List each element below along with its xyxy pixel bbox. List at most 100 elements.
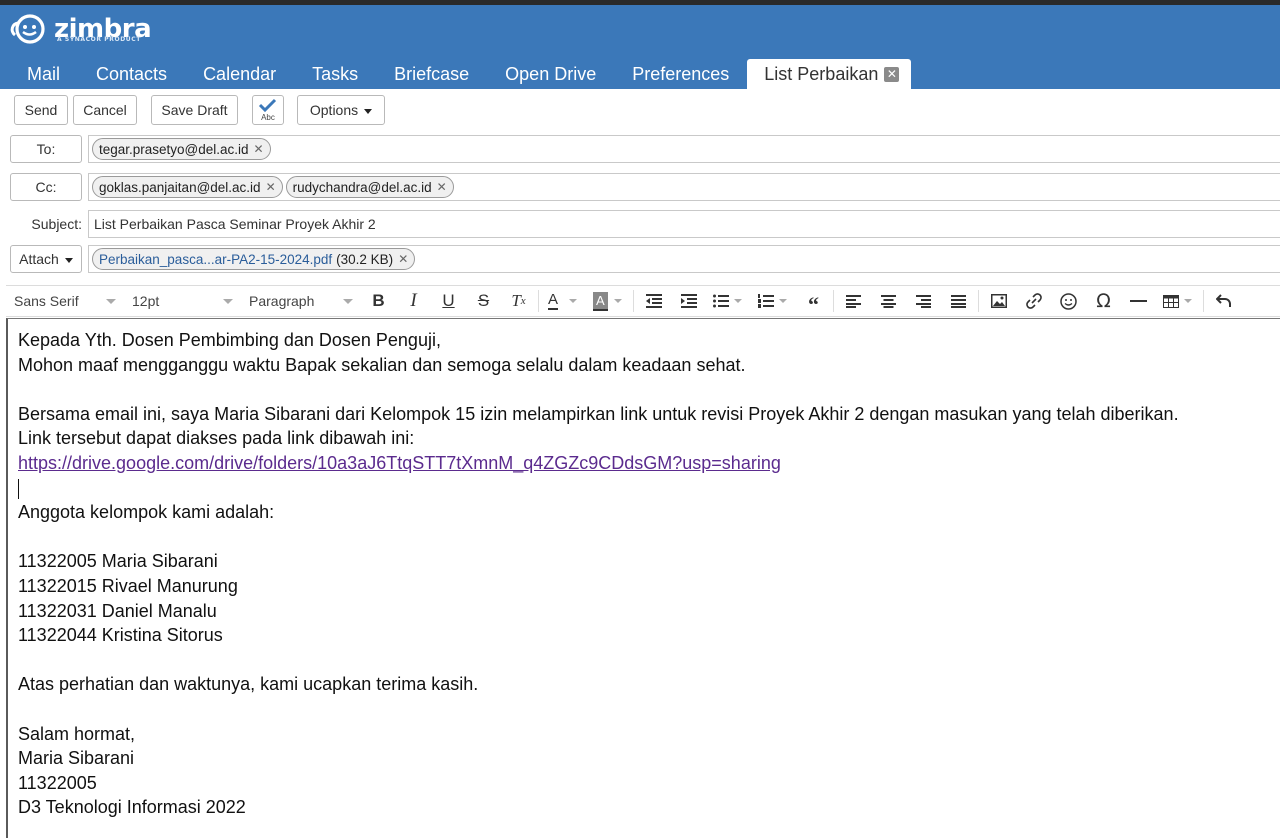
- strikethrough-icon[interactable]: S: [466, 286, 501, 316]
- tab-list-perbaikan[interactable]: List Perbaikan ✕: [747, 59, 912, 89]
- clear-format-icon[interactable]: Tx: [501, 286, 536, 316]
- zimbra-logo-icon: [8, 14, 52, 44]
- cc-field[interactable]: goklas.panjaitan@del.ac.id ✕ rudychandra@…: [88, 173, 1280, 201]
- font-size-select[interactable]: 12pt: [124, 286, 241, 316]
- signature-line: D3 Teknologi Informasi 2022: [18, 797, 246, 818]
- block-format-select[interactable]: Paragraph: [241, 286, 361, 316]
- underline-icon[interactable]: U: [431, 286, 466, 316]
- chevron-down-icon: [343, 298, 353, 304]
- subject-field[interactable]: [88, 210, 1280, 238]
- font-family-value: Sans Serif: [14, 293, 79, 309]
- remove-icon[interactable]: ✕: [266, 180, 276, 194]
- attachment-name[interactable]: Perbaikan_pasca...ar-PA2-15-2024.pdf: [99, 252, 332, 267]
- chevron-down-icon: [779, 299, 787, 303]
- tab-calendar[interactable]: Calendar: [185, 59, 294, 89]
- to-field[interactable]: tegar.prasetyo@del.ac.id ✕: [88, 135, 1280, 163]
- options-label: Options: [309, 102, 359, 118]
- insert-link-icon[interactable]: [1016, 286, 1051, 316]
- recipient-chip[interactable]: goklas.panjaitan@del.ac.id ✕: [92, 176, 283, 198]
- outdent-icon[interactable]: [636, 286, 671, 316]
- tab-tasks[interactable]: Tasks: [294, 59, 376, 89]
- numbered-list-icon[interactable]: [751, 286, 796, 316]
- chevron-down-icon: [569, 299, 577, 303]
- background-color-icon[interactable]: A: [586, 286, 631, 316]
- font-size-value: 12pt: [132, 293, 160, 309]
- body-line: Mohon maaf mengganggu waktu Bapak sekali…: [18, 354, 746, 375]
- compose-panel: Send Cancel Save Draft Abc Options To: t…: [0, 89, 1280, 838]
- app-tabs: Mail Contacts Calendar Tasks Briefcase O…: [0, 59, 912, 89]
- subject-label: Subject:: [31, 216, 82, 232]
- font-family-select[interactable]: Sans Serif: [6, 286, 124, 316]
- zimbra-logo[interactable]: zimbra: [8, 14, 152, 54]
- drive-link[interactable]: https://drive.google.com/drive/folders/1…: [18, 453, 781, 473]
- toolbar-divider: [1203, 290, 1204, 312]
- tab-close-icon[interactable]: ✕: [884, 66, 900, 82]
- remove-icon[interactable]: ✕: [254, 142, 264, 156]
- recipient-address: rudychandra@del.ac.id: [292, 179, 432, 195]
- align-center-icon[interactable]: [871, 286, 906, 316]
- insert-image-icon[interactable]: [981, 286, 1016, 316]
- message-body-editor[interactable]: Kepada Yth. Dosen Pembimbing dan Dosen P…: [6, 318, 1280, 838]
- remove-icon[interactable]: ✕: [398, 252, 408, 266]
- tab-briefcase[interactable]: Briefcase: [376, 59, 487, 89]
- attachment-chip[interactable]: Perbaikan_pasca...ar-PA2-15-2024.pdf (30.…: [92, 248, 416, 270]
- tab-preferences[interactable]: Preferences: [614, 59, 747, 89]
- text-color-icon[interactable]: A: [541, 286, 586, 316]
- emoticon-icon[interactable]: [1051, 286, 1086, 316]
- align-right-icon[interactable]: [906, 286, 941, 316]
- insert-table-icon[interactable]: [1156, 286, 1201, 316]
- spellcheck-icon: Abc: [258, 98, 277, 122]
- chevron-down-icon: [106, 298, 116, 304]
- tab-mail[interactable]: Mail: [0, 59, 78, 89]
- align-left-icon[interactable]: [836, 286, 871, 316]
- undo-icon[interactable]: [1206, 286, 1241, 316]
- tab-open-drive[interactable]: Open Drive: [487, 59, 614, 89]
- horizontal-rule-icon[interactable]: [1121, 286, 1156, 316]
- subject-input[interactable]: [94, 216, 1280, 232]
- body-line: https://drive.google.com/drive/folders/1…: [18, 451, 1280, 476]
- remove-icon[interactable]: ✕: [437, 180, 447, 194]
- attachment-field: Perbaikan_pasca...ar-PA2-15-2024.pdf (30.…: [88, 245, 1280, 273]
- spellcheck-button[interactable]: Abc: [252, 95, 284, 125]
- save-draft-button[interactable]: Save Draft: [151, 95, 238, 125]
- chevron-down-icon: [364, 108, 373, 114]
- member-line: 11322005 Maria Sibarani: [18, 551, 218, 572]
- body-line: Link tersebut dapat diakses pada link di…: [18, 428, 415, 449]
- member-line: 11322031 Daniel Manalu: [18, 600, 217, 621]
- options-button[interactable]: Options: [297, 95, 385, 125]
- special-character-icon[interactable]: Ω: [1086, 286, 1121, 316]
- align-justify-icon[interactable]: [941, 286, 976, 316]
- recipient-chip[interactable]: tegar.prasetyo@del.ac.id ✕: [92, 138, 271, 160]
- recipient-address: tegar.prasetyo@del.ac.id: [99, 141, 249, 157]
- to-button[interactable]: To:: [10, 135, 82, 163]
- italic-icon[interactable]: I: [396, 286, 431, 316]
- indent-icon[interactable]: [671, 286, 706, 316]
- blockquote-icon[interactable]: “: [796, 286, 831, 316]
- bullet-list-icon[interactable]: [706, 286, 751, 316]
- toolbar-divider: [833, 290, 834, 312]
- attach-label: Attach: [19, 251, 59, 267]
- tab-list-perbaikan-label: List Perbaikan: [764, 64, 879, 84]
- recipient-chip[interactable]: rudychandra@del.ac.id ✕: [285, 176, 454, 198]
- editor-toolbar: Sans Serif 12pt Paragraph B I U S Tx A A: [6, 285, 1280, 317]
- cc-button[interactable]: Cc:: [10, 173, 82, 201]
- send-button[interactable]: Send: [14, 95, 68, 125]
- bold-icon[interactable]: B: [361, 286, 396, 316]
- logo-tagline: A SYNACOR PRODUCT: [57, 36, 141, 43]
- chevron-down-icon: [614, 299, 622, 303]
- attach-button[interactable]: Attach: [10, 245, 82, 273]
- chevron-down-icon: [734, 299, 742, 303]
- attachment-size: (30.2 KB): [336, 251, 394, 267]
- app-header: zimbra A SYNACOR PRODUCT Mail Contacts C…: [0, 5, 1280, 89]
- chevron-down-icon: [1184, 299, 1192, 303]
- member-line: 11322044 Kristina Sitorus: [18, 625, 223, 646]
- text-cursor: [18, 478, 19, 499]
- cancel-button[interactable]: Cancel: [73, 95, 137, 125]
- body-line: Bersama email ini, saya Maria Sibarani d…: [18, 403, 1179, 424]
- block-format-value: Paragraph: [249, 293, 315, 309]
- tab-contacts[interactable]: Contacts: [78, 59, 185, 89]
- body-line: Anggota kelompok kami adalah:: [18, 502, 275, 523]
- cursor-line: [18, 476, 1280, 501]
